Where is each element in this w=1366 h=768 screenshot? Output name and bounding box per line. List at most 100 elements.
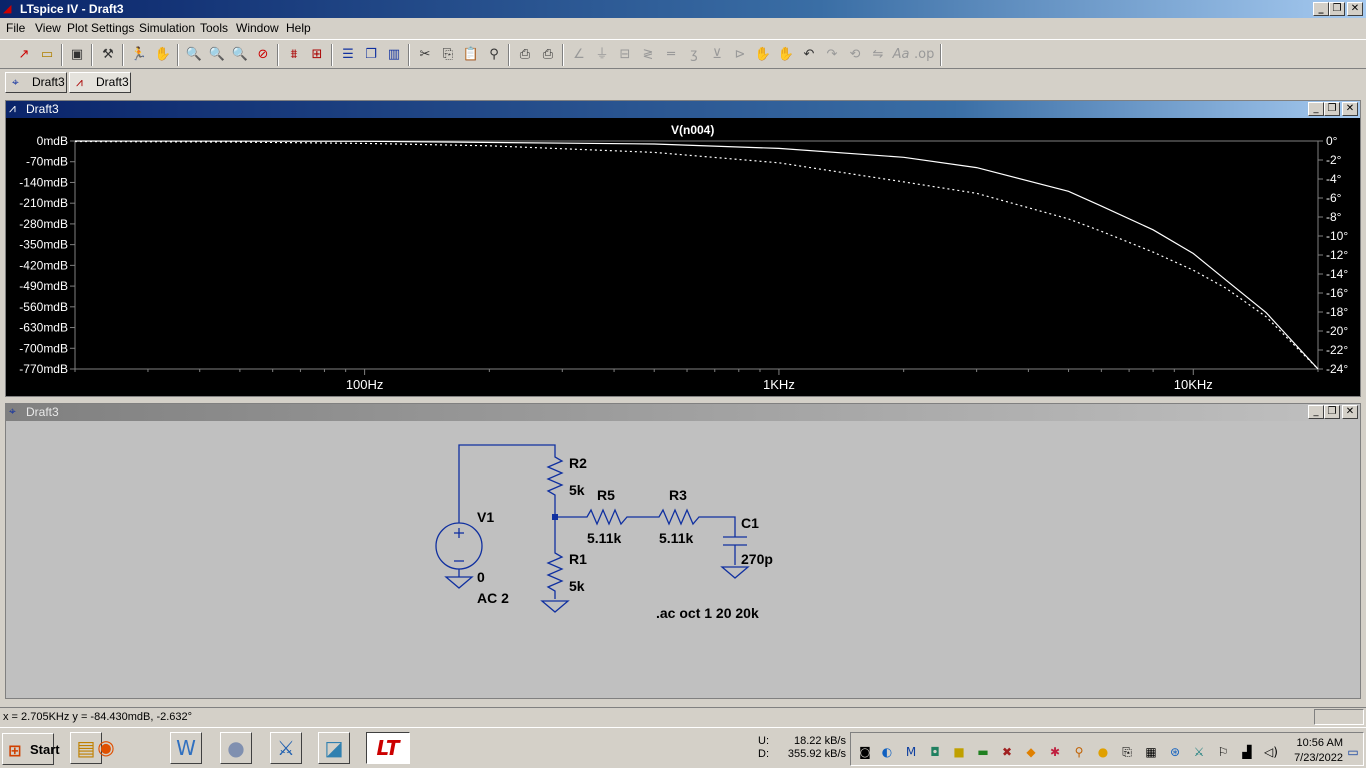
tray-icon[interactable]: ● (1095, 744, 1111, 760)
spice-directive-icon[interactable]: .op (914, 45, 934, 65)
ground-icon[interactable]: ⏚ (592, 45, 612, 65)
r2-name[interactable]: R2 (569, 455, 587, 471)
drag-icon[interactable]: ✋ (776, 45, 796, 65)
zoom-cancel-icon[interactable]: ⊘ (253, 45, 273, 65)
zoom-in-icon[interactable]: 🔍 (184, 45, 204, 65)
menu-plot-settings[interactable]: Plot Settings (67, 21, 134, 35)
search-icon[interactable]: ⚲ (1071, 744, 1087, 760)
show-desktop-icon[interactable]: ▭ (1345, 744, 1361, 760)
ground-icon[interactable] (444, 576, 474, 589)
r1-resistor[interactable] (546, 549, 564, 599)
menu-help[interactable]: Help (286, 21, 311, 35)
tray-icon[interactable]: ◆ (1023, 744, 1039, 760)
r5-resistor[interactable] (583, 508, 631, 526)
label-net-icon[interactable]: ⊟ (615, 45, 635, 65)
plot-close-button[interactable]: ✕ (1342, 102, 1358, 116)
v1-name[interactable]: V1 (477, 509, 494, 525)
trace-label[interactable]: V(n004) (671, 123, 714, 137)
tray-icon[interactable]: ✱ (1047, 744, 1063, 760)
flag-icon[interactable]: ⚐ (1215, 744, 1231, 760)
restore-button[interactable]: ❐ (1329, 2, 1345, 16)
tile-vertical-icon[interactable]: ▥ (384, 45, 404, 65)
open-icon[interactable]: ▭ (37, 45, 57, 65)
control-panel-icon[interactable]: ⚒ (98, 45, 118, 65)
r3-name[interactable]: R3 (669, 487, 687, 503)
tab-schematic[interactable]: ⌖ Draft3 (5, 72, 67, 93)
r2-value[interactable]: 5k (569, 482, 585, 498)
autorange-icon[interactable]: ⩩ (284, 45, 304, 65)
tray-icon[interactable]: ■ (951, 744, 967, 760)
new-schematic-icon[interactable]: ↗ (14, 45, 34, 65)
app-titlebar[interactable]: ◢ LTspice IV - Draft3 _ ❐ ✕ (0, 0, 1366, 18)
tray-icon[interactable]: ⎘ (1119, 744, 1135, 760)
draw-wire-icon[interactable]: ∠ (569, 45, 589, 65)
grid-icon[interactable]: ⊞ (307, 45, 327, 65)
waveform-window-titlebar[interactable]: ⩘ Draft3 _ ❐ ✕ (6, 101, 1360, 118)
print-preview-icon[interactable]: ⎙ (515, 45, 535, 65)
r1-name[interactable]: R1 (569, 551, 587, 567)
tray-icon[interactable]: ◐ (879, 744, 895, 760)
sch-close-button[interactable]: ✕ (1342, 405, 1358, 419)
capacitor-icon[interactable]: ═ (661, 45, 681, 65)
v1-value[interactable]: 0 (477, 569, 485, 585)
v1-ac[interactable]: AC 2 (477, 590, 509, 606)
close-button[interactable]: ✕ (1347, 2, 1363, 16)
c1-value[interactable]: 270p (741, 551, 773, 567)
network-icon[interactable]: ▟ (1239, 744, 1255, 760)
app-icon[interactable]: W (170, 732, 202, 764)
plot-minimize-button[interactable]: _ (1308, 102, 1324, 116)
tray-icon[interactable]: ▦ (1143, 744, 1159, 760)
r5-name[interactable]: R5 (597, 487, 615, 503)
tray-icon[interactable]: ▬ (975, 744, 991, 760)
move-icon[interactable]: ✋ (753, 45, 773, 65)
zoom-out-icon[interactable]: 🔍 (230, 45, 250, 65)
run-icon[interactable]: 🏃 (129, 45, 149, 65)
cascade-icon[interactable]: ❐ (361, 45, 381, 65)
r5-value[interactable]: 5.11k (587, 530, 621, 546)
wire[interactable] (458, 444, 556, 523)
ltspice-taskbar-icon[interactable]: LT (366, 732, 410, 764)
globe-icon[interactable]: ● (220, 732, 252, 764)
save-icon[interactable]: ▣ (67, 45, 87, 65)
ground-icon[interactable] (720, 566, 750, 579)
menu-simulation[interactable]: Simulation (139, 21, 195, 35)
tray-icon[interactable]: ◙ (857, 744, 873, 760)
junction-node[interactable] (552, 514, 558, 520)
cut-icon[interactable]: ✂ (415, 45, 435, 65)
spice-directive[interactable]: .ac oct 1 20 20k (656, 605, 759, 621)
tab-waveform[interactable]: ⩘ Draft3 (69, 72, 131, 93)
menu-window[interactable]: Window (236, 21, 279, 35)
paste-icon[interactable]: 📋 (461, 45, 481, 65)
mirror-icon[interactable]: ⇋ (868, 45, 888, 65)
ground-icon[interactable] (540, 600, 570, 613)
inductor-icon[interactable]: ʒ (684, 45, 704, 65)
tray-icon[interactable]: M (903, 744, 919, 760)
text-icon[interactable]: Aa (891, 45, 911, 65)
phase-trace[interactable] (74, 140, 1319, 370)
r3-value[interactable]: 5.11k (659, 530, 693, 546)
schematic-window-titlebar[interactable]: ⌖ Draft3 _ ❐ ✕ (6, 404, 1360, 421)
resistor-icon[interactable]: ≷ (638, 45, 658, 65)
firefox-icon[interactable]: ◉ (90, 732, 122, 764)
tray-icon[interactable]: ⚔ (1191, 744, 1207, 760)
tray-icon[interactable]: ⊛ (1167, 744, 1183, 760)
menu-tools[interactable]: Tools (200, 21, 228, 35)
diode-icon[interactable]: ⊻ (707, 45, 727, 65)
tray-icon[interactable]: ◘ (927, 744, 943, 760)
magnitude-trace[interactable] (74, 140, 1319, 370)
rotate-icon[interactable]: ⟲ (845, 45, 865, 65)
tile-horizontal-icon[interactable]: ☰ (338, 45, 358, 65)
copy-icon[interactable]: ⎘ (438, 45, 458, 65)
volume-icon[interactable]: ◁) (1263, 744, 1279, 760)
start-button[interactable]: ⊞ Start (2, 733, 60, 765)
c1-name[interactable]: C1 (741, 515, 759, 531)
redo-icon[interactable]: ↷ (822, 45, 842, 65)
schematic-canvas[interactable]: V1 0 AC 2 R2 5k R1 5k R5 5.11k R3 5.11k … (8, 424, 1358, 696)
plot-maximize-button[interactable]: ❐ (1324, 102, 1340, 116)
editor-icon[interactable]: ◪ (318, 732, 350, 764)
sch-maximize-button[interactable]: ❐ (1324, 405, 1340, 419)
undo-icon[interactable]: ↶ (799, 45, 819, 65)
r1-value[interactable]: 5k (569, 578, 585, 594)
pan-icon[interactable]: ✋ (153, 45, 173, 65)
r2-resistor[interactable] (546, 453, 564, 501)
